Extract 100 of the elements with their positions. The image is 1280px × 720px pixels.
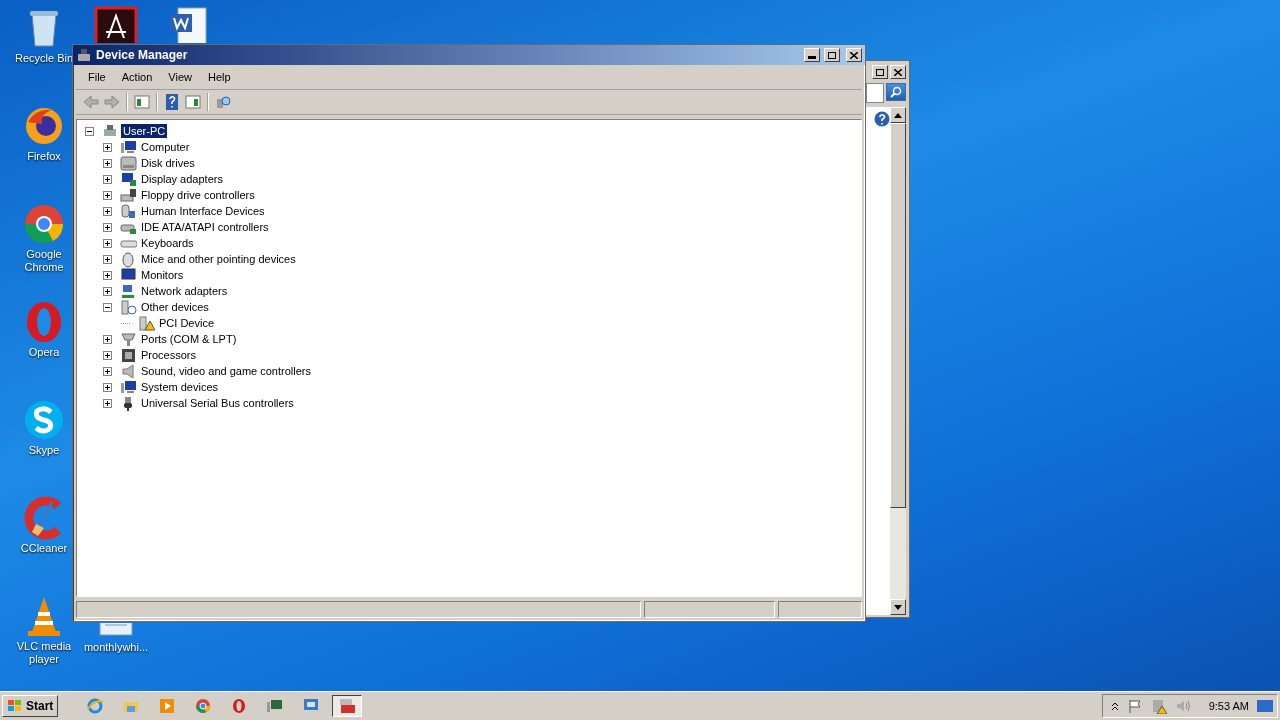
chrome-icon[interactable] — [22, 202, 66, 246]
plus-icon — [104, 175, 111, 183]
tree-item[interactable]: Other devices — [139, 300, 211, 314]
computer-icon — [120, 378, 137, 396]
start-button[interactable]: Start — [2, 695, 59, 717]
scan-hardware-icon[interactable] — [214, 93, 232, 111]
expand-toggle[interactable] — [103, 222, 112, 232]
expand-toggle[interactable] — [103, 190, 112, 200]
unknown-icon — [120, 298, 137, 316]
collapse-toggle[interactable] — [85, 126, 94, 136]
expand-toggle[interactable] — [103, 158, 112, 168]
scroll-down-button[interactable] — [890, 599, 906, 615]
cpu-icon — [120, 346, 137, 364]
tree-item[interactable]: System devices — [139, 380, 221, 394]
plus-icon — [104, 143, 111, 151]
desktop-icon-label: Firefox — [27, 150, 61, 163]
network-icon — [120, 282, 137, 300]
scroll-up-button[interactable] — [890, 107, 906, 123]
tree-item[interactable]: Human Interface Devices — [139, 204, 267, 218]
expand-toggle[interactable] — [103, 254, 112, 264]
tree-item[interactable]: Keyboards — [139, 236, 196, 250]
plus-icon — [104, 351, 111, 359]
skype-icon[interactable] — [22, 398, 66, 442]
toolbox-icon[interactable] — [332, 695, 363, 717]
windows-logo-icon — [7, 699, 23, 713]
sound-icon — [120, 362, 137, 380]
warning-device-icon — [138, 314, 155, 332]
tree-item[interactable]: PCI Device — [157, 316, 217, 330]
tree-item[interactable]: Mice and other pointing devices — [139, 252, 298, 266]
up-arrow-icon — [894, 112, 902, 118]
tree-item[interactable]: Floppy drive controllers — [139, 188, 257, 202]
plus-icon — [104, 367, 111, 375]
down-arrow-icon — [894, 604, 902, 610]
maximize-button[interactable] — [824, 48, 840, 62]
flag-icon[interactable] — [1126, 698, 1143, 714]
collapse-toggle[interactable] — [103, 302, 112, 312]
minimize-button[interactable] — [804, 48, 820, 62]
hid-icon — [120, 202, 137, 220]
tree-item[interactable]: Display adapters — [139, 172, 225, 186]
tree-item[interactable]: Network adapters — [139, 284, 230, 298]
expand-toggle[interactable] — [103, 206, 112, 216]
plus-icon — [104, 239, 111, 247]
tree-item[interactable]: User-PC — [121, 124, 168, 138]
tree-item[interactable]: Monitors — [139, 268, 186, 282]
plus-icon — [104, 255, 111, 263]
scrollbar[interactable] — [890, 107, 906, 615]
plus-icon — [104, 223, 111, 231]
desktop-icon-label: CCleaner — [20, 542, 68, 555]
close-button[interactable] — [846, 48, 862, 62]
tree-item[interactable]: Computer — [139, 140, 192, 154]
close-icon — [894, 68, 902, 76]
properties-icon[interactable] — [184, 93, 202, 111]
show-hidden-icons-icon[interactable] — [1110, 701, 1119, 711]
menu-item[interactable]: File — [80, 67, 114, 87]
clock[interactable]: 9:53 AM — [1208, 700, 1249, 712]
search-field[interactable] — [866, 83, 884, 103]
expand-toggle[interactable] — [103, 334, 112, 344]
menu-item[interactable]: Action — [113, 67, 161, 87]
network-warning-icon[interactable] — [1150, 698, 1167, 714]
expand-toggle[interactable] — [103, 238, 112, 248]
tree-item[interactable]: Ports (COM & LPT) — [139, 332, 239, 346]
display-icon — [120, 170, 137, 188]
expand-toggle[interactable] — [103, 174, 112, 184]
desktop-icon-label: Opera — [28, 346, 60, 359]
expand-toggle[interactable] — [103, 366, 112, 376]
desktop-icon-label: monthlywhi... — [83, 641, 149, 654]
expand-toggle[interactable] — [103, 398, 112, 408]
maximize-button[interactable] — [872, 65, 888, 79]
tree-item[interactable]: Universal Serial Bus controllers — [139, 396, 296, 410]
show-desktop-icon[interactable] — [1257, 699, 1273, 713]
menu-item[interactable]: Help — [199, 67, 239, 87]
expand-toggle[interactable] — [103, 286, 112, 296]
plus-icon — [104, 335, 111, 343]
plus-icon — [104, 191, 111, 199]
expand-toggle[interactable] — [103, 142, 112, 152]
help-icon[interactable] — [874, 111, 890, 127]
search-button[interactable] — [886, 83, 906, 101]
port-icon — [120, 330, 137, 348]
plus-icon — [104, 383, 111, 391]
acrobat-icon[interactable] — [94, 6, 138, 43]
console-tree-icon[interactable] — [133, 93, 151, 111]
tree-item[interactable]: Disk drives — [139, 156, 197, 170]
tree-item[interactable]: IDE ATA/ATAPI controllers — [139, 220, 271, 234]
expand-toggle[interactable] — [103, 382, 112, 392]
plus-icon — [104, 399, 111, 407]
desktop-icon-label: VLC media player — [15, 640, 73, 666]
tree-item[interactable]: Processors — [139, 348, 199, 362]
plus-icon — [104, 271, 111, 279]
desktop-icon-label: Skype — [28, 444, 60, 457]
maximize-icon — [828, 51, 836, 59]
device-manager-icon — [76, 47, 92, 63]
tree-item[interactable]: Sound, video and game controllers — [139, 364, 313, 378]
expand-toggle[interactable] — [103, 350, 112, 360]
expand-toggle[interactable] — [103, 270, 112, 280]
plus-icon — [104, 159, 111, 167]
window-title: Device Manager — [96, 48, 189, 62]
close-button[interactable] — [890, 65, 906, 79]
menu-item[interactable]: View — [160, 67, 200, 87]
desktop-icon-label: Google Chrome — [23, 248, 65, 274]
help-icon[interactable] — [163, 93, 181, 111]
